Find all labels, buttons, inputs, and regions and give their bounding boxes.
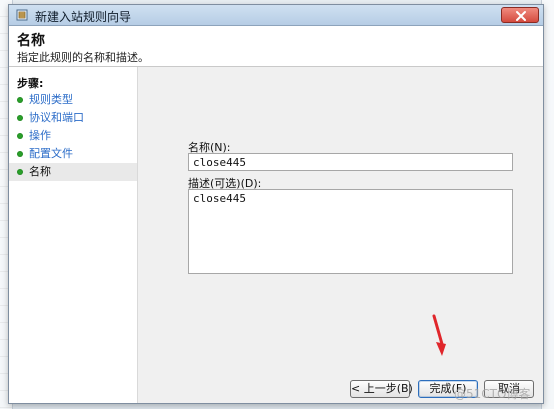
close-button[interactable] xyxy=(501,7,539,23)
watermark: @51CTO博客 xyxy=(454,387,531,401)
step-profile[interactable]: 配置文件 xyxy=(9,145,137,163)
green-dot-icon xyxy=(17,133,23,139)
window-title: 新建入站规则向导 xyxy=(35,10,132,24)
titlebar: 新建入站规则向导 xyxy=(9,5,543,26)
close-icon xyxy=(516,11,526,21)
green-dot-icon xyxy=(17,115,23,121)
name-input[interactable]: close445 xyxy=(188,153,513,171)
content-area: 名称(N): close445 描述(可选)(D): close445 < 上一… xyxy=(138,67,543,403)
back-button[interactable]: < 上一步(B) xyxy=(350,380,413,398)
step-label: 名称 xyxy=(29,165,51,178)
step-action[interactable]: 操作 xyxy=(9,127,137,145)
step-label: 操作 xyxy=(29,129,51,142)
step-rule-type[interactable]: 规则类型 xyxy=(9,91,137,109)
page-header: 名称 指定此规则的名称和描述。 xyxy=(9,26,543,67)
page-title: 名称 xyxy=(17,33,45,49)
step-label: 配置文件 xyxy=(29,147,73,160)
step-name[interactable]: 名称 xyxy=(9,163,137,181)
firewall-wizard-icon xyxy=(15,8,29,22)
page-description: 指定此规则的名称和描述。 xyxy=(17,51,149,64)
description-textarea[interactable]: close445 xyxy=(188,189,513,274)
wizard-window: 新建入站规则向导 名称 指定此规则的名称和描述。 步骤: 规则类型 协议和端口 … xyxy=(8,4,544,404)
green-dot-icon xyxy=(17,97,23,103)
steps-title: 步骤: xyxy=(17,77,44,90)
step-label: 规则类型 xyxy=(29,93,73,106)
green-dot-icon xyxy=(17,151,23,157)
green-dot-icon xyxy=(17,169,23,175)
step-protocol-and-ports[interactable]: 协议和端口 xyxy=(9,109,137,127)
red-arrow-annotation xyxy=(432,314,446,356)
steps-panel: 步骤: 规则类型 协议和端口 操作 配置文件 名称 xyxy=(9,67,138,403)
step-label: 协议和端口 xyxy=(29,111,84,124)
